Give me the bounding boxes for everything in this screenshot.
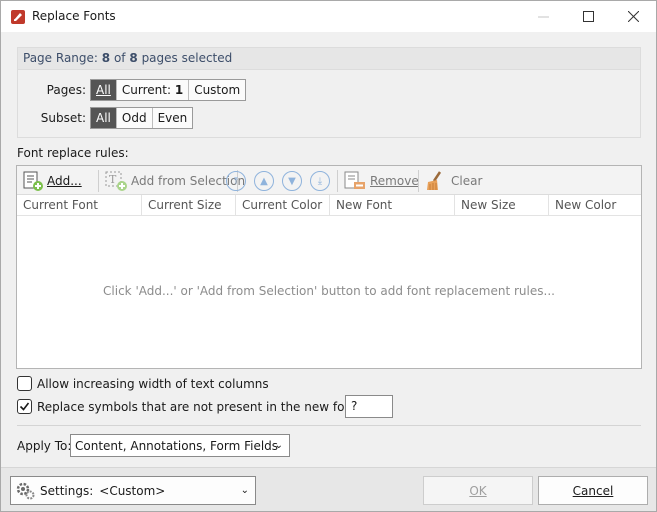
app-logo-icon [11,10,25,24]
maximize-icon [582,11,594,22]
subset-all-option[interactable]: All [91,108,117,128]
chevron-down-icon: ⌄ [274,440,283,451]
ok-label: OK [469,483,487,498]
pages-segmented-control: All Current: 1 Custom [90,79,247,101]
page-range-group: Page Range: 8 of 8 pages selected Pages:… [17,47,641,138]
apply-to-value: Content, Annotations, Form Fields [75,438,279,453]
replace-symbols-label: Replace symbols that are not present in … [37,400,391,414]
font-replace-rules-table: Add... T Add from Selection ⤒ ▲ ▼ ⤓ Remo… [16,165,642,369]
section-divider [17,425,641,426]
toolbar-separator [418,170,419,192]
subset-segmented-control: All Odd Even [90,107,194,129]
gear-icon [16,482,35,499]
broom-icon [427,171,442,190]
add-text-from-selection-icon: T [105,171,127,191]
remove-rule-button[interactable]: Remove [340,169,422,193]
toolbar-separator [337,170,338,192]
page-range-header: Page Range: 8 of 8 pages selected [18,48,640,70]
apply-to-label: Apply To: [17,439,72,453]
clear-rules-button[interactable]: Clear [421,169,485,193]
column-header-new-color[interactable]: New Color [549,195,641,215]
subset-label: Subset: [40,111,86,125]
replacement-symbol-input[interactable]: ? [345,395,393,418]
page-range-summary: Page Range: 8 of 8 pages selected [23,51,233,65]
ok-button[interactable]: OK [423,476,533,505]
pages-label: Pages: [46,83,86,97]
replace-symbols-checkbox[interactable] [17,399,32,414]
subset-odd-option[interactable]: Odd [117,108,153,128]
subset-even-option[interactable]: Even [153,108,193,128]
add-rule-label: Add... [47,174,82,188]
close-button[interactable] [610,1,656,32]
maximize-button[interactable] [565,1,611,32]
clear-rules-label: Clear [451,174,483,188]
move-down-icon[interactable]: ▼ [282,171,302,191]
column-header-current-color[interactable]: Current Color [236,195,330,215]
dialog-footer: Settings: <Custom> ⌄ OK Cancel [1,467,656,511]
column-header-current-font[interactable]: Current Font [17,195,142,215]
column-header-current-size[interactable]: Current Size [142,195,236,215]
apply-to-dropdown[interactable]: Content, Annotations, Form Fields ⌄ [70,434,290,457]
add-rule-button[interactable]: Add... [19,169,85,193]
toolbar-separator [98,170,99,192]
add-document-icon [23,171,43,191]
minimize-button[interactable] [520,1,566,32]
svg-text:T: T [109,173,117,186]
window-title: Replace Fonts [32,9,116,23]
pages-current-option[interactable]: Current: 1 [117,80,190,100]
close-icon [627,11,639,22]
column-header-new-font[interactable]: New Font [330,195,455,215]
settings-dropdown[interactable]: Settings: <Custom> ⌄ [10,476,256,505]
font-replace-rules-label: Font replace rules: [17,146,129,160]
cancel-button[interactable]: Cancel [538,476,648,505]
allow-width-checkbox[interactable] [17,376,32,391]
remove-document-icon [344,171,365,189]
settings-label: Settings: [40,483,94,498]
move-to-top-icon[interactable]: ⤒ [226,171,246,191]
pages-custom-option[interactable]: Custom [189,80,245,100]
settings-value: <Custom> [99,483,166,498]
title-bar: Replace Fonts [1,1,656,32]
header-divider [17,215,641,216]
move-up-icon[interactable]: ▲ [254,171,274,191]
cancel-label: Cancel [572,483,614,498]
checkmark-icon [19,402,30,411]
empty-rules-message: Click 'Add...' or 'Add from Selection' b… [103,284,555,298]
minimize-icon [537,16,549,18]
move-to-bottom-icon[interactable]: ⤓ [310,171,330,191]
remove-rule-label: Remove [370,174,419,188]
chevron-down-icon: ⌄ [240,485,249,496]
allow-width-label: Allow increasing width of text columns [37,377,269,391]
column-header-new-size[interactable]: New Size [455,195,549,215]
pages-all-option[interactable]: All [91,80,117,100]
rules-toolbar: Add... T Add from Selection ⤒ ▲ ▼ ⤓ Remo… [17,166,641,195]
replace-fonts-dialog: Replace Fonts Page Range: 8 of 8 pages s… [0,0,657,512]
